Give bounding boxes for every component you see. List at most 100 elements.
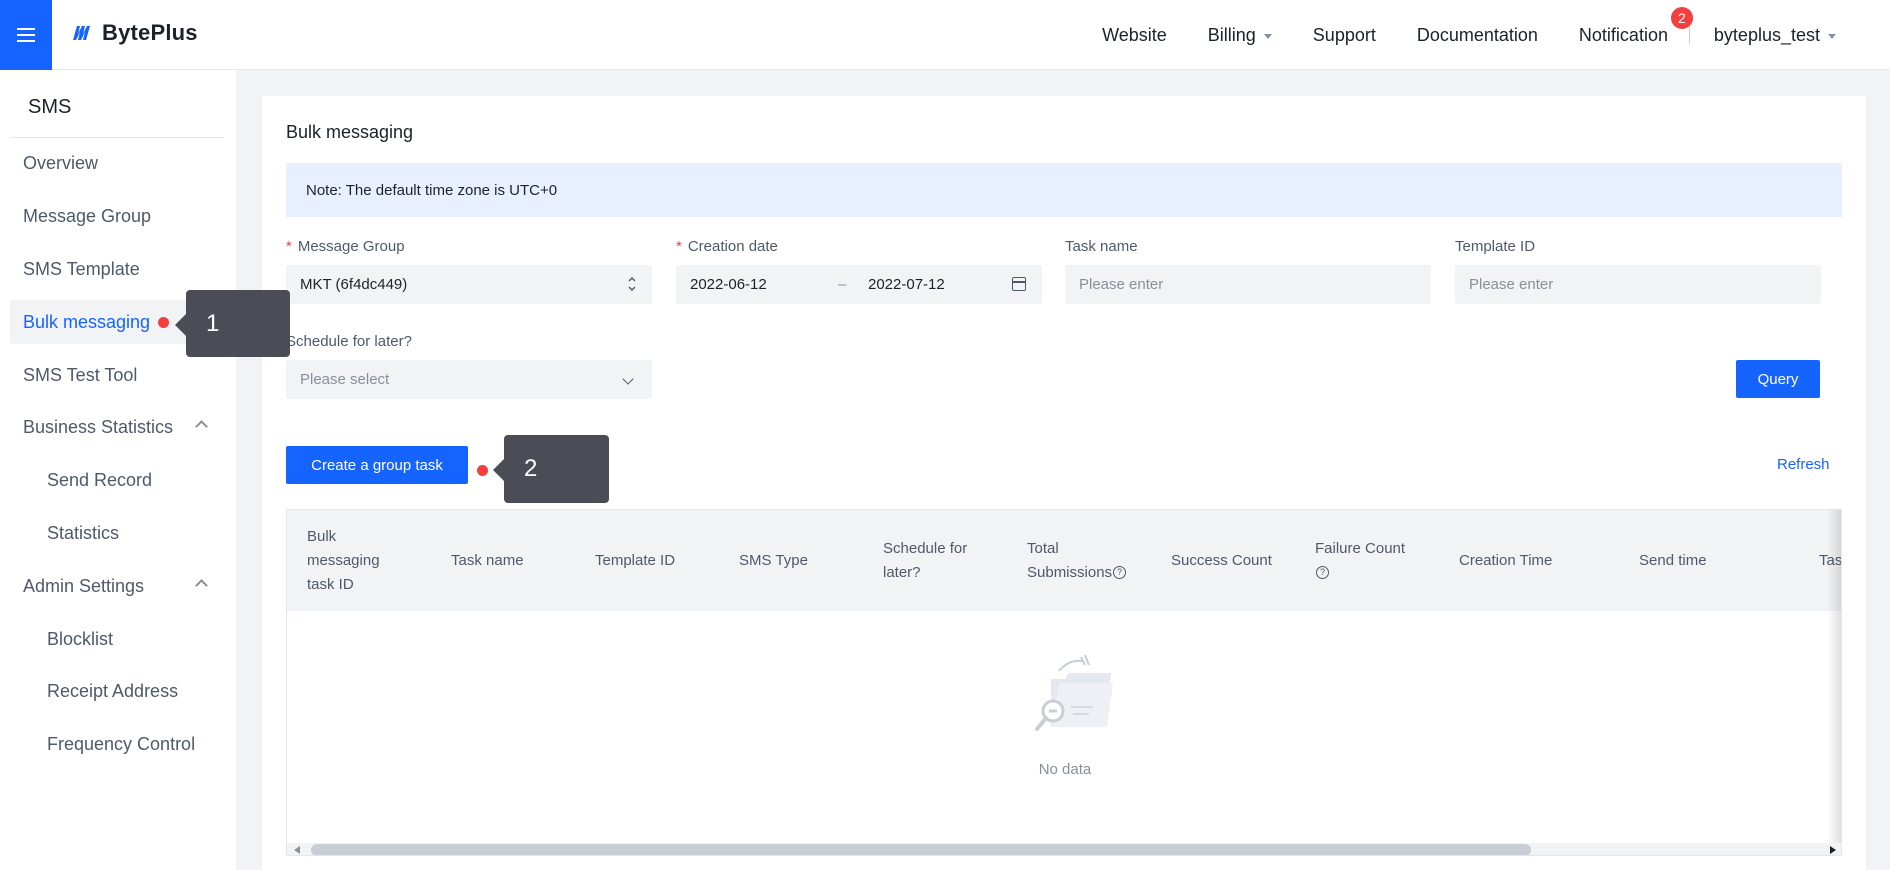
- sort-arrows-icon: [628, 277, 636, 291]
- sidebar: SMS Overview Message Group SMS Template …: [0, 70, 236, 870]
- step-number: 2: [524, 455, 538, 482]
- chevron-up-icon: [195, 579, 208, 592]
- sidebar-item-label: Admin Settings: [23, 575, 145, 596]
- timezone-note-text: Note: The default time zone is UTC+0: [306, 181, 558, 199]
- nav-support[interactable]: Support: [1313, 25, 1376, 46]
- scroll-left-icon[interactable]: [294, 846, 300, 854]
- column-header-total-submissions: Total Submissions?: [1027, 510, 1137, 611]
- column-header-label: Success Count: [1171, 551, 1272, 569]
- sidebar-item-message-group[interactable]: Message Group: [10, 194, 224, 238]
- create-group-task-label: Create a group task: [311, 456, 443, 474]
- sidebar-item-send-record[interactable]: Send Record: [10, 458, 224, 502]
- sidebar-item-sms-test-tool[interactable]: SMS Test Tool: [10, 353, 224, 397]
- user-name: byteplus_test: [1713, 24, 1820, 45]
- task-name-placeholder: Please enter: [1079, 276, 1164, 293]
- message-group-label: * Message Group: [286, 238, 405, 255]
- column-header-success-count: Success Count: [1171, 510, 1291, 611]
- chevron-down-icon: [622, 373, 634, 385]
- creation-date-range-picker[interactable]: 2022-06-12 – 2022-07-12: [676, 265, 1042, 304]
- chevron-up-icon: [195, 420, 208, 433]
- column-header-sms-type: SMS Type: [739, 510, 859, 611]
- column-header-label: Schedule for later?: [883, 539, 968, 581]
- empty-state: No data: [287, 611, 1841, 843]
- main-content: Bulk messaging Note: The default time zo…: [262, 96, 1866, 870]
- creation-date-label: * Creation date: [676, 238, 778, 255]
- message-group-value: MKT (6f4dc449): [300, 276, 408, 293]
- column-header-task-name: Task name: [451, 510, 571, 611]
- template-id-placeholder: Please enter: [1469, 276, 1554, 293]
- brand-name: BytePlus: [102, 20, 198, 45]
- schedule-placeholder: Please select: [300, 371, 390, 388]
- empty-folder-icon: [1035, 654, 1113, 731]
- date-separator: –: [838, 276, 847, 293]
- required-mark: *: [676, 238, 682, 255]
- query-button[interactable]: Query: [1736, 360, 1820, 398]
- byteplus-logo-icon: [73, 26, 90, 40]
- template-id-label: Template ID: [1455, 238, 1536, 255]
- sidebar-item-blocklist[interactable]: Blocklist: [10, 617, 224, 661]
- scrollbar-thumb[interactable]: [311, 844, 1531, 855]
- schedule-select[interactable]: Please select: [286, 360, 652, 399]
- schedule-label: Schedule for later?: [286, 333, 412, 350]
- sidebar-item-admin-settings[interactable]: Admin Settings: [10, 564, 224, 608]
- column-header-label: Total Submissions: [1027, 539, 1113, 581]
- sidebar-divider: [10, 137, 224, 138]
- menu-icon: [17, 28, 35, 42]
- column-header-label: Creation Time: [1459, 551, 1553, 569]
- column-header-schedule: Schedule for later?: [883, 510, 983, 611]
- column-header-label: SMS Type: [739, 551, 808, 569]
- help-circle-icon[interactable]: ?: [1316, 566, 1329, 580]
- nav-documentation[interactable]: Documentation: [1417, 25, 1538, 46]
- page-title: Bulk messaging: [286, 122, 414, 142]
- column-header-creation-time: Creation Time: [1459, 510, 1599, 611]
- task-name-label: Task name: [1065, 238, 1138, 255]
- nav-support-label: Support: [1312, 24, 1376, 45]
- sidebar-item-frequency-control[interactable]: Frequency Control: [10, 722, 224, 766]
- sidebar-item-receipt-address[interactable]: Receipt Address: [10, 669, 224, 713]
- template-id-input[interactable]: Please enter: [1455, 265, 1821, 304]
- column-header-task-id: Bulk messaging task ID: [307, 510, 387, 611]
- sidebar-item-label: SMS Test Tool: [23, 364, 138, 385]
- nav-notifications-label: Notification: [1578, 24, 1668, 45]
- create-group-task-button[interactable]: Create a group task: [286, 446, 468, 484]
- horizontal-scrollbar[interactable]: [287, 843, 1841, 855]
- nav-website[interactable]: Website: [1102, 25, 1167, 46]
- user-menu[interactable]: byteplus_test: [1714, 25, 1836, 46]
- sidebar-item-label: Bulk messaging: [23, 311, 151, 332]
- top-navigation: Website Billing Support Documentation No…: [1102, 0, 1890, 70]
- refresh-link[interactable]: Refresh: [1777, 456, 1830, 473]
- bulk-task-table: Bulk messaging task ID Task name Templat…: [286, 509, 1842, 856]
- query-button-label: Query: [1757, 370, 1799, 388]
- nav-notifications[interactable]: Notification 2: [1578, 6, 1693, 46]
- sidebar-item-label: Statistics: [47, 522, 120, 543]
- sidebar-item-overview[interactable]: Overview: [10, 141, 224, 185]
- sidebar-title: SMS: [28, 96, 72, 118]
- date-end-value: 2022-07-12: [868, 276, 945, 293]
- caret-down-icon: [1263, 33, 1272, 39]
- sidebar-item-statistics[interactable]: Statistics: [10, 511, 224, 555]
- sidebar-item-sms-template[interactable]: SMS Template: [10, 247, 224, 291]
- task-name-input[interactable]: Please enter: [1065, 265, 1431, 304]
- sidebar-item-label: Send Record: [47, 469, 153, 490]
- message-group-select[interactable]: MKT (6f4dc449): [286, 265, 652, 304]
- required-mark: *: [286, 238, 292, 255]
- creation-date-label-text: Creation date: [687, 238, 778, 255]
- nav-website-label: Website: [1102, 24, 1167, 45]
- sidebar-item-label: Message Group: [23, 205, 152, 226]
- hamburger-menu-button[interactable]: [0, 0, 52, 70]
- timezone-note: Note: The default time zone is UTC+0: [286, 163, 1842, 217]
- column-header-template-id: Template ID: [595, 510, 715, 611]
- nav-billing[interactable]: Billing: [1208, 25, 1272, 46]
- sidebar-item-label: SMS Template: [23, 258, 140, 279]
- highlight-dot: [477, 465, 488, 476]
- column-header-label: Task name: [451, 551, 524, 569]
- help-circle-icon[interactable]: ?: [1113, 566, 1127, 580]
- column-header-label: Send time: [1639, 551, 1707, 569]
- calendar-icon: [1012, 277, 1026, 291]
- sidebar-item-label: Blocklist: [47, 628, 114, 649]
- scroll-right-icon[interactable]: [1830, 846, 1836, 854]
- sidebar-item-business-statistics[interactable]: Business Statistics: [10, 405, 224, 449]
- column-header-label: Bulk messaging task ID: [307, 527, 380, 593]
- column-header-send-time: Send time: [1639, 510, 1759, 611]
- brand-logo[interactable]: BytePlus: [72, 20, 198, 46]
